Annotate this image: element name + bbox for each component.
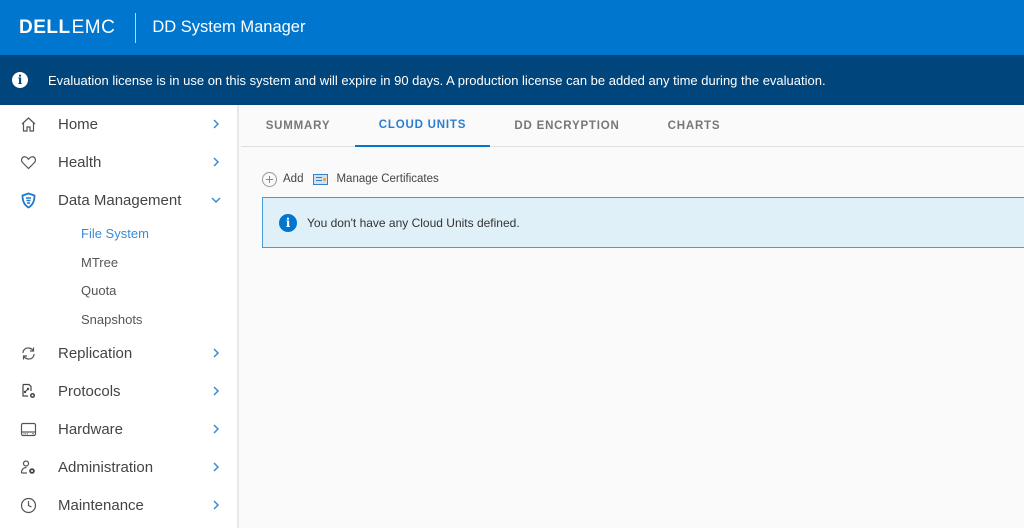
manage-certificates-button[interactable]: Manage Certificates (313, 173, 439, 185)
main-content: SUMMARY CLOUD UNITS DD ENCRYPTION CHARTS… (241, 105, 1024, 528)
add-label: Add (283, 173, 304, 185)
tab-charts[interactable]: CHARTS (649, 105, 739, 147)
sidebar-item-label: Home (58, 115, 99, 133)
empty-state-alert: i You don't have any Cloud Units defined… (262, 197, 1024, 248)
sidebar-subitem-snapshots[interactable]: Snapshots (81, 312, 142, 327)
info-icon: i (12, 72, 28, 88)
toolbar: Add Manage Certificates (262, 171, 439, 187)
chevron-right-icon (210, 499, 222, 511)
chevron-right-icon (210, 423, 222, 435)
sync-icon (19, 344, 37, 362)
tab-summary[interactable]: SUMMARY (251, 105, 345, 147)
manage-certificates-label: Manage Certificates (336, 173, 439, 185)
sidebar-item-maintenance[interactable]: Maintenance (0, 486, 237, 524)
license-banner-text: Evaluation license is in use on this sys… (48, 72, 826, 88)
user-gear-icon (19, 458, 37, 476)
sidebar-subitem-mtree[interactable]: MTree (81, 255, 118, 270)
dell-emc-logo[interactable]: DELL EMC (19, 17, 115, 39)
shield-icon (19, 191, 37, 209)
heart-icon (19, 153, 37, 171)
clock-icon (19, 496, 37, 514)
add-button[interactable]: Add (262, 171, 304, 187)
sidebar-item-label: Administration (58, 458, 154, 476)
sidebar-item-label: Health (58, 153, 102, 171)
sidebar-item-health[interactable]: Health (0, 143, 237, 181)
certificate-icon (313, 173, 329, 185)
tab-bar: SUMMARY CLOUD UNITS DD ENCRYPTION CHARTS (241, 105, 1024, 147)
protocols-icon (19, 382, 37, 400)
sidebar-item-label: Maintenance (58, 496, 144, 514)
chevron-right-icon (210, 461, 222, 473)
header-divider (135, 12, 137, 43)
logo-emc: EMC (71, 16, 116, 38)
sidebar-item-hardware[interactable]: Hardware (0, 410, 237, 448)
sidebar-item-replication[interactable]: Replication (0, 334, 237, 372)
logo-dell: DELL (19, 16, 71, 38)
chevron-down-icon (210, 194, 222, 206)
home-icon (19, 115, 37, 133)
sidebar-subitem-file-system[interactable]: File System (81, 226, 149, 241)
sidebar-item-label: Replication (58, 344, 133, 362)
sidebar-item-protocols[interactable]: Protocols (0, 372, 237, 410)
sidebar-item-data-management[interactable]: Data Management (0, 181, 237, 219)
app-title: DD System Manager (152, 18, 306, 36)
chevron-right-icon (210, 385, 222, 397)
license-banner: i Evaluation license is in use on this s… (0, 55, 1024, 105)
add-circle-icon (262, 171, 277, 187)
tab-dd-encryption[interactable]: DD ENCRYPTION (501, 105, 633, 147)
info-icon: i (279, 213, 297, 232)
alert-message: You don't have any Cloud Units defined. (307, 215, 520, 230)
sidebar: Home Health Data Management File System … (0, 105, 239, 528)
tab-cloud-units[interactable]: CLOUD UNITS (355, 105, 490, 147)
sidebar-subitem-quota[interactable]: Quota (81, 283, 116, 298)
sidebar-item-label: Data Management (58, 191, 182, 209)
chevron-right-icon (210, 156, 222, 168)
sidebar-item-label: Hardware (58, 420, 124, 438)
chevron-right-icon (210, 118, 222, 130)
sidebar-item-home[interactable]: Home (0, 105, 237, 143)
chevron-right-icon (210, 347, 222, 359)
hard-drive-icon (19, 420, 37, 438)
sidebar-item-administration[interactable]: Administration (0, 448, 237, 486)
sidebar-item-label: Protocols (58, 382, 121, 400)
top-bar: DELL EMC DD System Manager (0, 0, 1024, 55)
